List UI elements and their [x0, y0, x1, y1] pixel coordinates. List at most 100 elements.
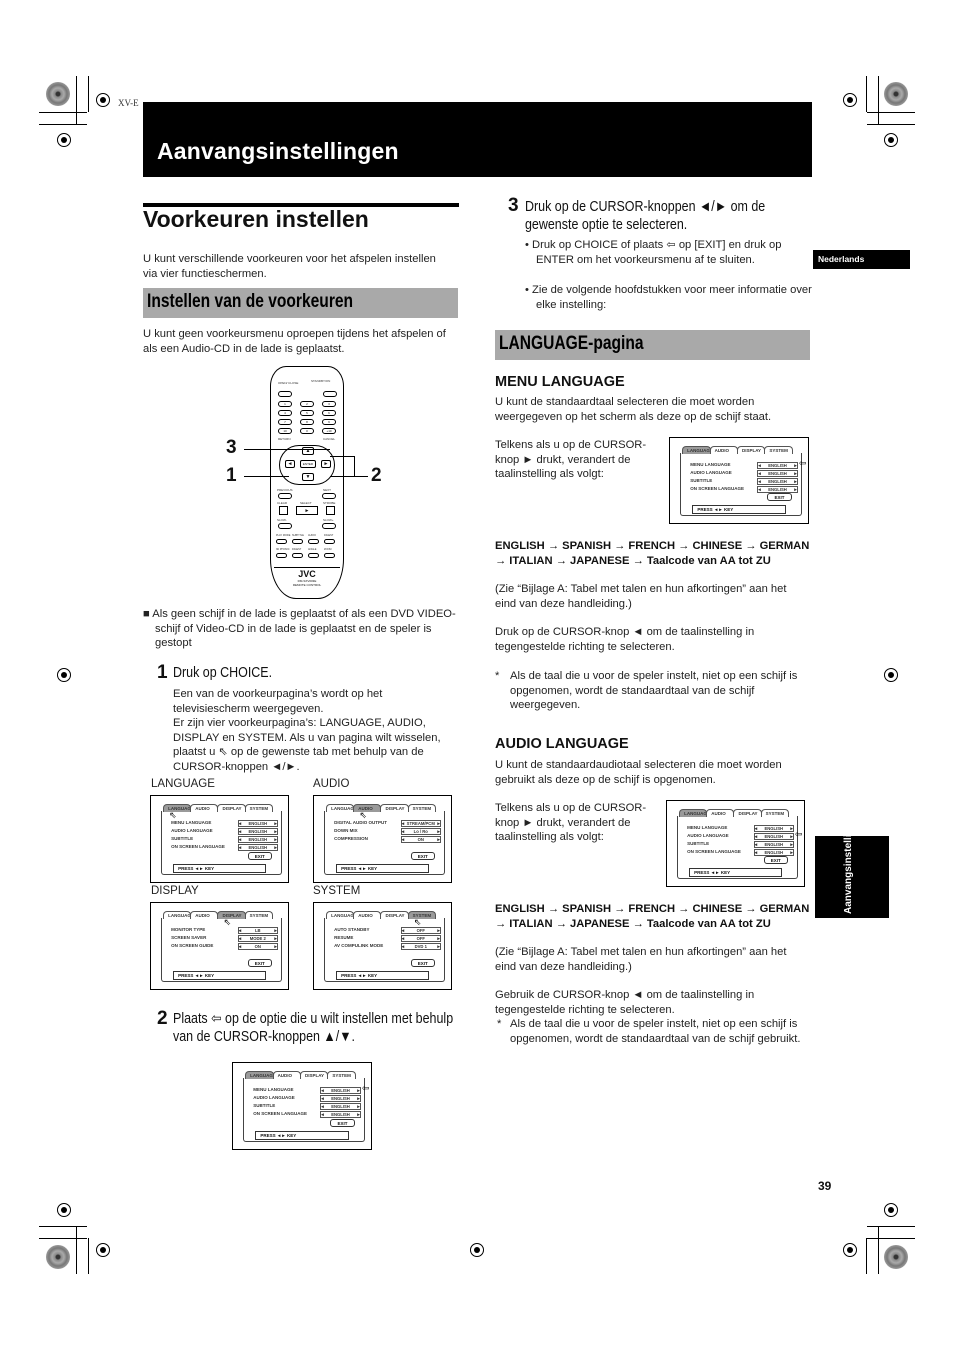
press-key-hint: PRESS ◄► KEY [255, 1131, 349, 1140]
intro-text: U kunt verschillende voorkeuren voor het… [143, 253, 436, 280]
setting-value: MODE 2 [237, 935, 278, 942]
color-target-icon [884, 82, 908, 106]
press-key-hint: PRESS ◄► KEY [689, 868, 782, 877]
standby-label: STANDBY/ON [311, 379, 331, 383]
screen-tabs: LANGUAGE AUDIO DISPLAY SYSTEM [245, 1071, 356, 1079]
screen-tab-audio: AUDIO [190, 911, 219, 919]
return-label: RETURN [278, 437, 291, 441]
setting-value: ENGLISH [753, 825, 794, 832]
setting-label: MENU LANGUAGE [687, 825, 728, 830]
screen-step2-example: LANGUAGEAUDIODISPLAYSYSTEM MENU LANGUAGE E… [232, 1062, 372, 1150]
callout-line [244, 476, 289, 477]
press-key-hint: PRESS ◄► KEY [692, 505, 786, 514]
screen-tab-display: DISPLAY [217, 911, 246, 919]
digit-button: 5 [300, 410, 314, 416]
audio-language-reference: (Zie “Bijlage A: Tabel met talen en hun … [495, 946, 787, 973]
setting-label: MONITOR TYPE [171, 927, 206, 932]
slow-minus-label: SLOW- [277, 518, 287, 522]
screen-tab-display: DISPLAY [380, 911, 409, 919]
remote-control-illustration: OPEN/ CLOSE STANDBY/ON RETURN CANCEL ▲ E… [270, 366, 344, 599]
callout-line [330, 456, 354, 457]
registration-mark-icon [57, 668, 71, 682]
slow-plus-button [322, 523, 336, 529]
screen-tab-language: LANGUAGE [326, 911, 357, 919]
digit-button: 3 [322, 401, 336, 407]
screen-tabs: LANGUAGE AUDIO DISPLAY SYSTEM [163, 911, 273, 919]
exit-button: EXIT [247, 959, 272, 967]
step-2-number: 2 [157, 1008, 168, 1029]
step-1-title: Druk op CHOICE. [173, 665, 273, 681]
setting-label: AUDIO LANGUAGE [687, 833, 729, 838]
exit-button: EXIT [763, 856, 788, 864]
stop-button [279, 506, 288, 515]
setting-value: ENGLISH [237, 836, 278, 843]
header-band: Aanvangsinstellingen [143, 102, 812, 177]
setting-label: AUDIO LANGUAGE [253, 1095, 295, 1100]
function-button [276, 553, 287, 558]
chapter-title: Aanvangsinstellingen [157, 138, 399, 164]
page-section-header: LANGUAGE-pagina [495, 330, 810, 360]
screen-tab-display: DISPLAY [736, 446, 766, 454]
screen-tab-system: SYSTEM [760, 809, 789, 817]
setting-value: ENGLISH [757, 462, 798, 469]
function-button [276, 539, 287, 544]
pointer-cursor-icon: ⇖ [413, 917, 422, 927]
menu-language-sequence: ENGLISH → SPANISH → FRENCH → CHINESE → G… [495, 540, 810, 567]
model-code: XV-E [118, 98, 139, 108]
digit-button: 1 [278, 401, 292, 407]
arrow-pointer-icon: ⇦ [794, 829, 803, 839]
screen-tabs: LANGUAGE AUDIO DISPLAY SYSTEM [679, 809, 789, 817]
screen-tab-audio: AUDIO [353, 911, 382, 919]
jvc-logo: JVC [298, 569, 316, 579]
note-asterisk: * [497, 1018, 502, 1030]
open-close-button [278, 391, 292, 397]
screen-tab-audio: AUDIO [709, 446, 738, 454]
function-button [308, 539, 319, 544]
step-1-body: Een van de voorkeurpagina’s wordt op het… [173, 688, 383, 715]
press-key-hint: PRESS ◄► KEY [173, 971, 266, 980]
arrow-pointer-icon: ⇦ [211, 1011, 222, 1027]
screen-tab-system: SYSTEM [327, 1071, 356, 1079]
open-close-label: OPEN/ CLOSE [278, 381, 299, 385]
digit-button: 6 [322, 410, 336, 416]
setting-label: ON SCREEN LANGUAGE [690, 486, 745, 491]
pause-button [326, 506, 335, 515]
setting-label: AV COMPULINK MODE [334, 943, 384, 948]
screen-tab-language: LANGUAGE [679, 809, 710, 817]
setting-value: STREAM/PCM [400, 820, 441, 827]
callout-2: 2 [371, 465, 382, 486]
function-button [324, 539, 335, 544]
menu-language-intro: U kunt de standaardtaal selecteren die m… [495, 396, 772, 423]
setting-value: ON [237, 943, 278, 950]
function-label: ANGLE [308, 548, 317, 551]
setting-value: ENGLISH [237, 820, 278, 827]
registration-mark-icon [57, 1203, 71, 1217]
screen-tabs: LANGUAGE AUDIO DISPLAY SYSTEM [163, 804, 273, 812]
registration-mark-icon [884, 1203, 898, 1217]
step-3-bullet-2: • Zie de volgende hoofdstukken voor meer… [525, 284, 812, 311]
side-chapter-tab: Aanvangsinstellingen [815, 811, 889, 918]
select-label: SELECT [300, 501, 312, 505]
square-bullet-icon: ■ [143, 608, 153, 620]
clear-label: CLEAR [277, 501, 288, 505]
screen-tab-system: SYSTEM [244, 804, 273, 812]
registration-mark-icon [843, 1243, 857, 1257]
screen-caption-audio: AUDIO [313, 778, 350, 790]
subsection-intro: U kunt geen voorkeursmenu oproepen tijde… [143, 328, 446, 355]
menu-language-reverse: Druk op de CURSOR-knop ◄ om de taalinste… [495, 626, 755, 653]
language-tag: Nederlands [813, 250, 910, 269]
exit-button: EXIT [410, 959, 435, 967]
setting-value: ENGLISH [757, 486, 798, 493]
callout-3: 3 [226, 437, 237, 458]
screen-tab-language: LANGUAGE [326, 804, 357, 812]
screen-tab-language: LANGUAGE [245, 1071, 276, 1079]
step-3-number: 3 [508, 195, 519, 216]
function-label: PLAY MODE [276, 534, 291, 537]
press-key-hint: PRESS ◄► KEY [336, 971, 429, 980]
setting-value: ENGLISH [320, 1087, 361, 1094]
arrow-pointer-icon: ⇦ [798, 458, 807, 468]
setting-label: ON SCREEN GUIDE [171, 943, 214, 948]
screen-system: LANGUAGEAUDIODISPLAYSYSTEM AUTO STANDBY OF… [313, 902, 452, 990]
step-2-title: Plaats ⇦ op de optie die u wilt instelle… [173, 1011, 454, 1045]
menu-language-cycle: Telkens als u op de CURSOR-knop ► drukt,… [495, 439, 647, 480]
